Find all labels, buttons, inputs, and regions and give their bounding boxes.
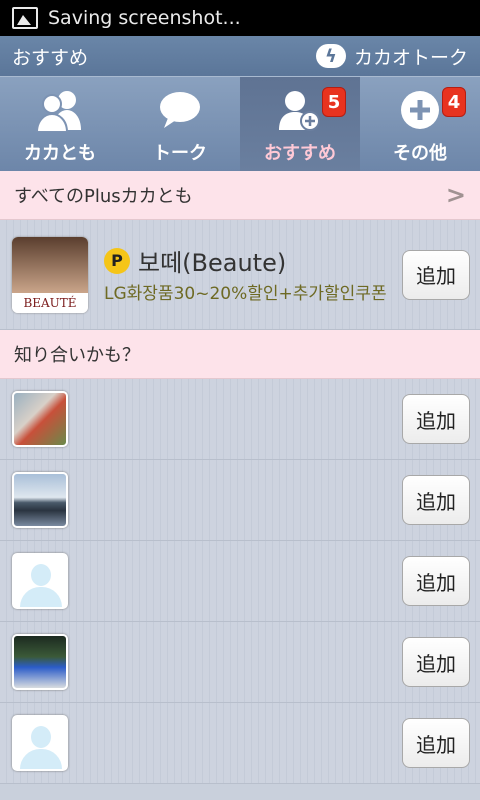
add-button[interactable]: 追加	[402, 249, 470, 300]
tab-friends[interactable]: カカとも	[0, 77, 120, 171]
tab-label: その他	[393, 143, 447, 164]
add-friend-icon	[274, 87, 326, 133]
plus-friend-info: P 보떼(Beaute) LG화장품30~20%할인+추가할인쿠폰	[88, 243, 402, 305]
chat-bubble-icon	[154, 87, 206, 133]
plus-friend-name: 보떼(Beaute)	[138, 249, 287, 278]
avatar[interactable]	[12, 472, 68, 528]
app-brand: ϟ カカオトーク	[315, 43, 468, 70]
add-button[interactable]: 追加	[402, 475, 470, 525]
add-button[interactable]: 追加	[402, 556, 470, 606]
add-button[interactable]: 追加	[402, 637, 470, 687]
plus-circle-icon	[394, 87, 446, 133]
avatar[interactable]	[12, 391, 68, 447]
beaute-logo: BEAUTÉ	[12, 292, 88, 313]
notification-badge: 5	[322, 87, 346, 117]
section-label: 知り合いかも？	[14, 345, 140, 366]
plus-friend-description: LG화장품30~20%할인+추가할인쿠폰	[104, 284, 387, 305]
tab-label: カカとも	[24, 143, 96, 164]
status-bar: Saving screenshot...	[0, 0, 480, 36]
status-text: Saving screenshot...	[48, 7, 241, 29]
list-item: BEAUTÉ P 보떼(Beaute) LG화장품30~20%할인+추가할인쿠폰…	[0, 220, 480, 330]
add-button[interactable]: 追加	[402, 718, 470, 768]
kakao-logo-icon: ϟ	[315, 44, 346, 68]
list-item: 追加	[0, 703, 480, 784]
list-item: 追加	[0, 541, 480, 622]
all-plus-friends-link[interactable]: すべてのPlusカカとも >	[0, 171, 480, 220]
section-label: すべてのPlusカカとも	[14, 186, 193, 207]
tab-more[interactable]: その他 4	[360, 77, 480, 171]
brand-name: カカオトーク	[353, 46, 468, 69]
list-item: 追加	[0, 460, 480, 541]
friends-icon	[34, 87, 86, 133]
avatar[interactable]	[12, 634, 68, 690]
page-title: おすすめ	[12, 46, 89, 69]
default-avatar-icon[interactable]	[12, 715, 68, 771]
section-header: 知り合いかも？	[0, 330, 480, 379]
tab-label: おすすめ	[264, 143, 336, 164]
add-button[interactable]: 追加	[402, 394, 470, 444]
avatar[interactable]: BEAUTÉ	[12, 236, 88, 313]
chevron-right-icon: >	[445, 181, 466, 209]
suggestion-list: 追加 追加 追加 追加 追加	[0, 379, 480, 784]
list-item: 追加	[0, 622, 480, 703]
notification-badge: 4	[442, 87, 466, 117]
tab-bar: カカとも トーク おすすめ 5 その他 4	[0, 76, 480, 171]
plus-friend-badge-icon: P	[104, 247, 130, 274]
list-item: 追加	[0, 379, 480, 460]
tab-recommend[interactable]: おすすめ 5	[240, 77, 360, 171]
tab-label: トーク	[153, 143, 207, 164]
plus-friend-list: BEAUTÉ P 보떼(Beaute) LG화장품30~20%할인+추가할인쿠폰…	[0, 220, 480, 330]
default-avatar-icon[interactable]	[12, 553, 68, 609]
title-bar: おすすめ ϟ カカオトーク	[0, 36, 480, 76]
tab-talk[interactable]: トーク	[120, 77, 240, 171]
image-icon	[12, 7, 38, 29]
